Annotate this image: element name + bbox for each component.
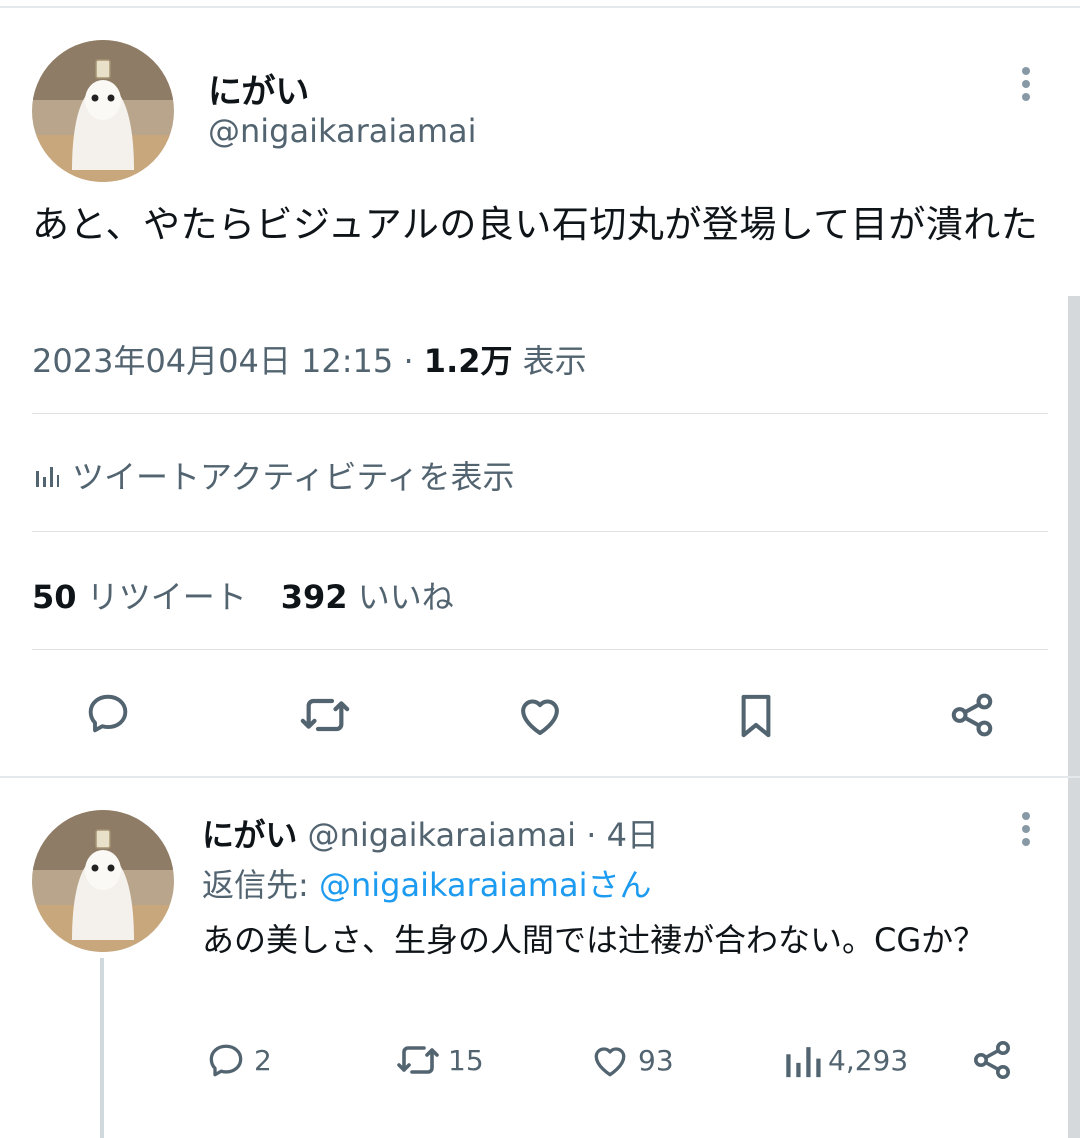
avatar[interactable] (32, 40, 174, 182)
like-icon (594, 1047, 626, 1077)
tweet-meta: 2023年04月04日 12:15 · 1.2万 表示 (32, 336, 587, 382)
user-handle[interactable]: @nigaikaraiamai (208, 112, 477, 150)
share-button[interactable] (944, 687, 1000, 743)
reply-share-button[interactable] (968, 1036, 1022, 1084)
divider (32, 531, 1048, 532)
bookmark-icon (741, 694, 771, 738)
reply-icon (209, 1044, 243, 1077)
reply-display-name[interactable]: にがい (202, 816, 297, 854)
likes-label: いいね (357, 578, 454, 616)
retweets-label: リツイート (86, 578, 247, 616)
display-name[interactable]: にがい (208, 64, 309, 113)
reply-view-count: 4,293 (828, 1043, 909, 1077)
bookmark-button[interactable] (728, 688, 784, 744)
reply-views-button[interactable]: 4,293 (782, 1036, 908, 1084)
reply-icon (88, 694, 128, 733)
analytics-icon (36, 467, 59, 487)
share-icon (974, 1041, 1010, 1079)
reply-avatar[interactable] (32, 810, 174, 952)
reply-age[interactable]: 4日 (607, 816, 659, 854)
retweet-icon (397, 1046, 439, 1074)
thread-line (100, 958, 104, 1138)
engagement-stats: 50 リツイート 392 いいね (32, 572, 454, 618)
retweet-button[interactable] (297, 687, 353, 743)
divider (32, 649, 1048, 650)
reply-handle[interactable]: @nigaikaraiamai (308, 816, 577, 854)
reply-reply-button[interactable]: 2 (204, 1036, 272, 1084)
reply-text: あの美しさ、生身の人間では辻褄が合わない。CGか？ (202, 921, 986, 959)
like-icon (521, 699, 559, 736)
likes-stat[interactable]: 392 いいね (281, 578, 454, 616)
analytics-icon (786, 1047, 821, 1078)
reply-to-link[interactable]: @nigaikaraiamaiさん (319, 866, 652, 904)
timestamp[interactable]: 2023年04月04日 12:15 (32, 342, 393, 380)
more-options-icon[interactable] (1022, 67, 1032, 106)
reply-reply-count: 2 (254, 1043, 272, 1077)
section-divider (0, 776, 1080, 778)
tweet-text: あと、やたらビジュアルの良い石切丸が登場して目が潰れた (32, 203, 1039, 246)
reply-retweet-count: 15 (448, 1043, 484, 1077)
replying-to: 返信先: @nigaikaraiamaiさん (202, 860, 651, 906)
divider (32, 413, 1048, 414)
retweets-stat[interactable]: 50 リツイート (32, 578, 247, 616)
meta-separator: · (393, 342, 424, 380)
top-divider (0, 6, 1080, 8)
reply-like-button[interactable]: 93 (588, 1036, 674, 1084)
scrollbar[interactable] (1068, 296, 1080, 1138)
likes-count: 392 (280, 578, 348, 616)
share-icon (951, 693, 993, 737)
reply-like-count: 93 (638, 1043, 674, 1077)
activity-label: ツイートアクティビティを表示 (72, 458, 515, 496)
reply-button[interactable] (80, 685, 136, 741)
reply-more-options-icon[interactable] (1022, 812, 1032, 851)
like-button[interactable] (512, 687, 568, 743)
views-label: 表示 (512, 342, 587, 380)
reply-to-prefix: 返信先: (202, 866, 319, 904)
tweet-activity-link[interactable]: ツイートアクティビティを表示 (32, 452, 515, 498)
reply-retweet-button[interactable]: 15 (394, 1036, 484, 1084)
reply-header: にがい @nigaikaraiamai · 4日 (202, 810, 659, 856)
retweets-count: 50 (32, 578, 77, 616)
retweet-icon (300, 698, 350, 732)
reply-time-separator: · (576, 816, 607, 854)
views-count: 1.2万 (423, 342, 513, 380)
